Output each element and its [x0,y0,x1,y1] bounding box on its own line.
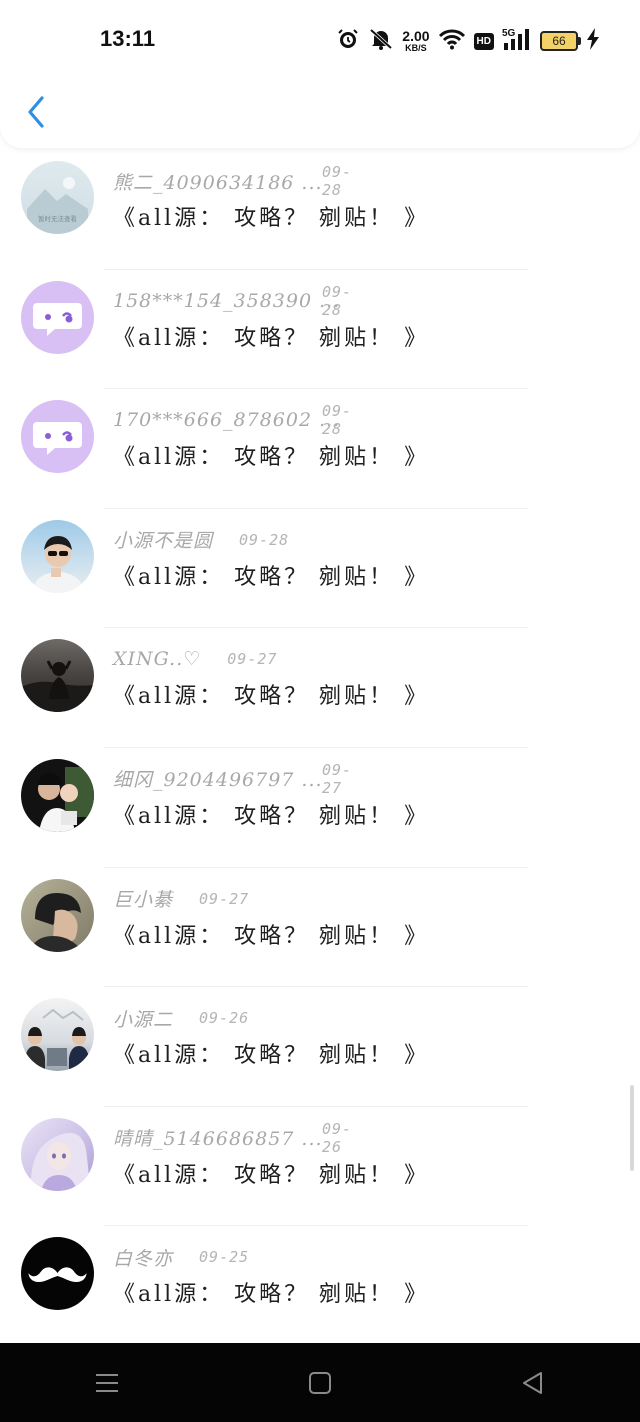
comment-meta: 158***154_358390 ... 09-28 [113,283,351,319]
comment-text: 《all源： 攻略？ 剜贴！ 》 [113,1282,430,1308]
username[interactable]: 晴晴_5146686857 ... [113,1124,323,1151]
avatar[interactable] [21,639,94,713]
home-button[interactable] [290,1353,350,1413]
comment-item[interactable]: 巨小綦 09-27 《all源： 攻略？ 剜贴！ 》 [0,868,640,988]
charging-bolt-icon [586,28,600,54]
comment-text: 《all源： 攻略？ 剜贴！ 》 [113,564,430,590]
comment-meta: 晴晴_5146686857 ... 09-26 [113,1120,351,1156]
comment-item[interactable]: 细冈_9204496797 ... 09-27 《all源： 攻略？ 剜贴！ 》 [0,748,640,868]
photo-group-icon [25,1008,89,1072]
comment-date: 09-26 [322,1119,353,1156]
avatar[interactable]: 暂时无法查看 [21,161,94,234]
alarm-icon [336,27,360,55]
comment-item[interactable]: 小源二 09-26 《all源： 攻略？ 剜贴！ 》 [0,987,640,1107]
username[interactable]: 158***154_358390 ... [113,290,340,312]
username[interactable]: 细冈_9204496797 ... [113,765,323,792]
chat-bubble-icon [33,302,82,336]
comment-text: 《all源： 攻略？ 剜贴！ 》 [113,325,430,351]
photo-silhouette-icon [21,660,94,713]
menu-button[interactable] [77,1353,137,1413]
avatar[interactable] [21,878,94,952]
hd-badge: HD [473,32,494,50]
comment-date: 09-28 [239,530,290,549]
avatar[interactable] [21,758,94,832]
username[interactable]: 巨小綦 [113,885,173,912]
photo-family-icon [37,766,94,832]
comment-item[interactable]: 158***154_358390 ... 09-28 《all源： 攻略？ 剜贴… [0,270,640,390]
comment-item[interactable]: 暂时无法查看 熊二_4090634186 ... 09-28 《all源： 攻略… [0,150,640,270]
photo-boy-icon [34,535,82,593]
avatar[interactable] [21,280,94,354]
back-triangle-icon [523,1371,543,1394]
comment-item[interactable]: 170***666_878602 ... 09-28 《all源： 攻略？ 剜贴… [0,389,640,509]
comment-text: 《all源： 攻略？ 剜贴！ 》 [113,206,430,231]
signal-icon: 5G [502,27,532,55]
back-arrow-icon [28,96,44,128]
mute-bell-icon [368,27,394,55]
mustache-icon [28,1267,87,1283]
scrollbar-thumb[interactable] [630,1085,634,1171]
comment-date: 09-28 [322,163,353,199]
app-header: 13:11 2.00 KB/S HD 5G 66 [0,0,640,148]
wifi-icon [438,28,466,54]
network-speed: 2.00 KB/S [402,28,430,53]
status-time: 13:11 [100,26,156,51]
svg-text:5G: 5G [502,28,516,39]
comment-meta: 白冬亦 09-25 [113,1244,249,1270]
comment-item[interactable]: 白冬亦 09-25 《all源： 攻略？ 剜贴！ 》 [0,1226,640,1346]
username[interactable]: 白冬亦 [113,1244,173,1271]
comment-date: 09-28 [322,402,353,439]
comment-meta: 小源不是圆 09-28 [113,527,289,553]
comment-date: 09-25 [199,1248,250,1267]
comment-text: 《all源： 攻略？ 剜贴！ 》 [113,923,430,949]
username[interactable]: 熊二_4090634186 ... [113,168,323,195]
username[interactable]: XING..♡ [113,648,201,670]
comment-meta: 熊二_4090634186 ... 09-28 [113,163,351,199]
comment-text: 《all源： 攻略？ 剜贴！ 》 [113,803,430,829]
comment-meta: 细冈_9204496797 ... 09-27 [113,761,351,797]
chat-bubble-icon [33,422,82,456]
avatar[interactable] [21,400,94,474]
comment-meta: XING..♡ 09-27 [113,646,277,672]
battery-indicator: 66 [540,31,581,51]
comment-date: 09-27 [227,650,278,669]
avatar[interactable] [21,1237,94,1311]
back-button[interactable] [18,90,54,134]
comment-item[interactable]: XING..♡ 09-27 《all源： 攻略？ 剜贴！ 》 [0,628,640,748]
avatar[interactable] [21,998,94,1072]
comment-text: 《all源： 攻略？ 剜贴！ 》 [113,1162,430,1188]
username[interactable]: 小源不是圆 [113,526,213,553]
comment-text: 《all源： 攻略？ 剜贴！ 》 [113,1043,430,1069]
comment-date: 09-26 [199,1009,250,1028]
home-square-icon [308,1371,331,1394]
avatar[interactable] [21,1117,94,1191]
comment-date: 09-27 [199,889,250,908]
avatar[interactable] [21,519,94,593]
system-nav-bar [0,1343,640,1422]
menu-icon [95,1373,118,1392]
comment-date: 09-28 [322,282,353,319]
avatar-placeholder-text: 暂时无法查看 [38,214,78,223]
comment-item[interactable]: 小源不是圆 09-28 《all源： 攻略？ 剜贴！ 》 [0,509,640,629]
comment-list[interactable]: 暂时无法查看 熊二_4090634186 ... 09-28 《all源： 攻略… [0,150,640,1346]
comment-text: 《all源： 攻略？ 剜贴！ 》 [113,684,430,710]
comment-meta: 巨小綦 09-27 [113,886,249,912]
photo-anime-icon [30,1132,89,1191]
comment-meta: 170***666_878602 ... 09-28 [113,402,351,438]
username[interactable]: 小源二 [113,1005,173,1032]
placeholder-image-icon: 暂时无法查看 [27,177,88,234]
photo-portrait-icon [29,892,83,952]
status-icons: 2.00 KB/S HD 5G 66 [336,24,600,58]
username[interactable]: 170***666_878602 ... [113,409,340,431]
comment-text: 《all源： 攻略？ 剜贴！ 》 [113,445,430,471]
comment-item[interactable]: 晴晴_5146686857 ... 09-26 《all源： 攻略？ 剜贴！ 》 [0,1107,640,1227]
comment-date: 09-27 [322,760,353,797]
back-nav-button[interactable] [503,1353,563,1413]
comment-meta: 小源二 09-26 [113,1005,249,1031]
